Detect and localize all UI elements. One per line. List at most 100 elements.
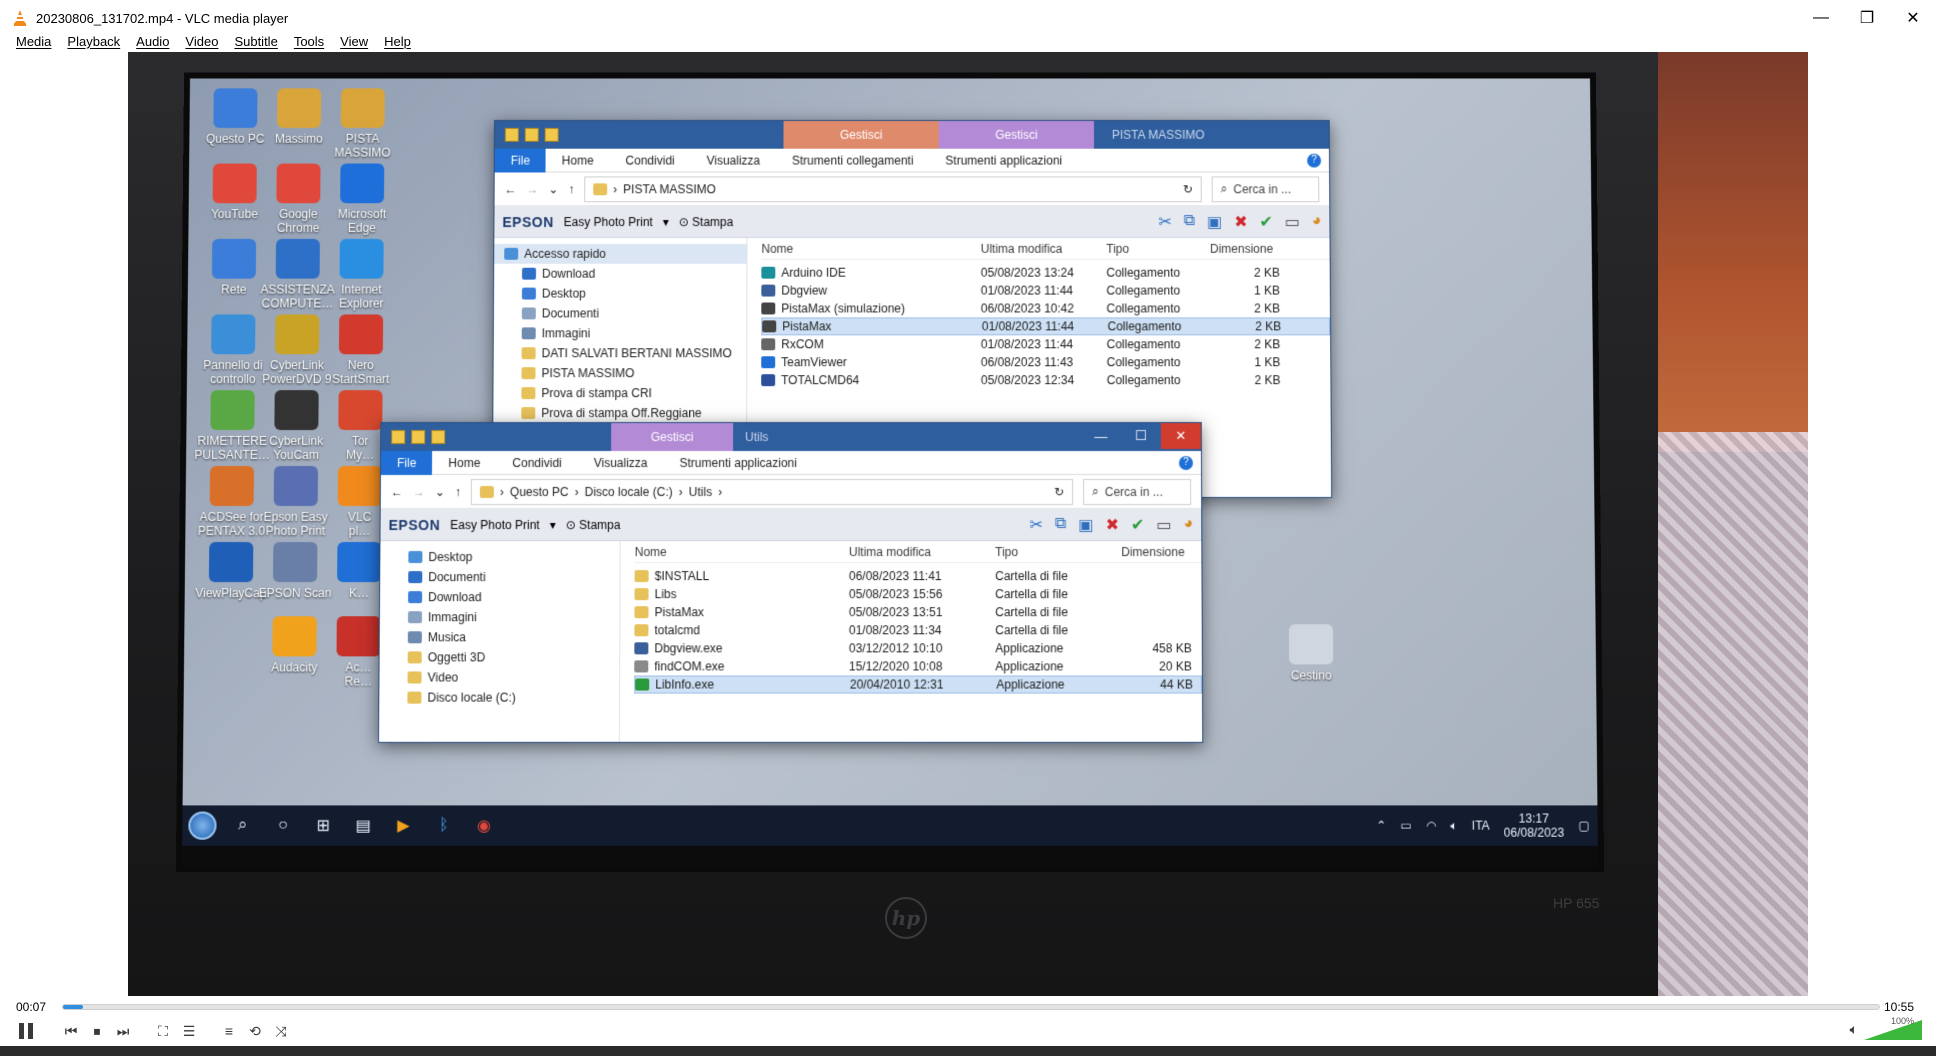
paste-icon[interactable]: ▣ (1078, 515, 1093, 535)
properties-icon[interactable]: ▭ (1285, 212, 1300, 232)
column-type[interactable]: Tipo (995, 545, 1121, 559)
paste-icon[interactable]: ▣ (1207, 212, 1222, 232)
chrome-icon[interactable]: ◉ (464, 805, 504, 845)
nav-item[interactable]: Accesso rapido (494, 243, 747, 264)
rename-icon[interactable]: ✔ (1259, 212, 1272, 232)
column-type[interactable]: Tipo (1106, 241, 1210, 255)
nav-item[interactable]: Prova di stampa Off.Reggiane (493, 403, 746, 423)
back-arrow-icon[interactable]: ← (505, 182, 517, 196)
copy-icon[interactable]: ⧉ (1055, 515, 1066, 535)
chevron-down-icon[interactable]: ▾ (663, 215, 669, 229)
delete-icon[interactable]: ✖ (1234, 212, 1247, 232)
file-row[interactable]: totalcmd 01/08/2023 11:34 Cartella di file (634, 621, 1201, 639)
cut-icon[interactable]: ✂ (1030, 515, 1043, 535)
help-icon[interactable]: ? (1307, 153, 1322, 168)
menu-tools[interactable]: Tools (286, 34, 332, 49)
search-icon[interactable]: ⌕ (222, 805, 263, 845)
nav-item[interactable]: Desktop (494, 284, 746, 304)
start-button[interactable] (182, 805, 223, 845)
previous-button[interactable]: ⏮︎ (58, 1018, 84, 1044)
fullscreen-button[interactable]: ⛶ (150, 1018, 176, 1044)
chevron-up-icon[interactable]: ⌃ (1376, 819, 1386, 833)
column-size[interactable]: Dimensione (1121, 545, 1201, 559)
ribbon-tab[interactable]: Visualizza (691, 148, 776, 172)
file-row[interactable]: RxCOM 01/08/2023 11:44 Collegamento 2 KB (761, 335, 1330, 353)
next-button[interactable]: ⏭︎ (110, 1018, 136, 1044)
easy-photo-print-button[interactable]: Easy Photo Print (450, 518, 540, 532)
menu-video[interactable]: Video (177, 34, 226, 49)
search-input[interactable]: ⌕ Cerca in ... (1083, 478, 1192, 505)
breadcrumb-segment[interactable]: PISTA MASSIMO (623, 182, 716, 196)
nav-item[interactable]: Download (380, 587, 620, 607)
nav-item[interactable]: Video (379, 667, 619, 687)
file-row[interactable]: Libs 05/08/2023 15:56 Cartella di file (634, 585, 1202, 603)
file-row[interactable]: Arduino IDE 05/08/2023 13:24 Collegamento 2… (761, 264, 1329, 282)
language-indicator[interactable]: ITA (1472, 819, 1490, 833)
color-wheel-icon[interactable]: ◕ (1312, 212, 1322, 232)
ribbon-tab[interactable]: Strumenti applicazioni (929, 148, 1078, 172)
cortana-icon[interactable]: ○ (263, 805, 304, 845)
file-row[interactable]: PistaMax 05/08/2023 13:51 Cartella di file (634, 603, 1201, 621)
nav-item[interactable]: Prova di stampa CRI (493, 383, 746, 403)
column-modified[interactable]: Ultima modifica (981, 241, 1107, 255)
ribbon-tab[interactable]: Strumenti collegamenti (776, 148, 929, 172)
menu-help[interactable]: Help (376, 34, 419, 49)
cut-icon[interactable]: ✂ (1158, 212, 1171, 232)
back-arrow-icon[interactable]: ← (391, 484, 403, 498)
ribbon-tab[interactable]: File (380, 450, 433, 475)
forward-arrow-icon[interactable]: → (413, 484, 425, 498)
explorer-maximize-button[interactable]: ☐ (1121, 423, 1161, 449)
desktop-icon[interactable]: Nero StartSmart (323, 314, 399, 386)
column-size[interactable]: Dimensione (1210, 241, 1290, 255)
seek-slider[interactable] (62, 1004, 1880, 1010)
nav-item[interactable]: PISTA MASSIMO (494, 363, 747, 383)
refresh-icon[interactable]: ↻ (1054, 484, 1064, 498)
print-button[interactable]: ⊙ Stampa (566, 518, 621, 532)
nav-item[interactable]: Immagini (380, 607, 620, 627)
context-tab-gestisci-links[interactable]: Gestisci (783, 120, 939, 149)
nav-item[interactable]: Documenti (494, 304, 747, 324)
copy-icon[interactable]: ⧉ (1184, 212, 1195, 232)
file-row[interactable]: TeamViewer 06/08/2023 11:43 Collegamento 1 … (761, 353, 1330, 371)
wifi-icon[interactable]: ◠ (1426, 819, 1437, 833)
playlist-button[interactable]: ≡ (216, 1018, 242, 1044)
column-name[interactable]: Nome (635, 545, 849, 559)
desktop-icon[interactable]: Microsoft Edge (324, 163, 400, 235)
address-path[interactable]: › PISTA MASSIMO ↻ (584, 175, 1202, 202)
print-button[interactable]: ⊙ Stampa (679, 215, 734, 229)
column-name[interactable]: Nome (761, 241, 980, 255)
task-view-icon[interactable]: ⊞ (303, 805, 344, 845)
stop-button[interactable]: ⏹︎ (84, 1018, 110, 1044)
up-arrow-icon[interactable]: ↑ (568, 182, 574, 196)
store-icon[interactable]: ▤ (343, 805, 384, 845)
menu-playback[interactable]: Playback (59, 34, 128, 49)
column-modified[interactable]: Ultima modifica (849, 545, 995, 559)
ribbon-tab[interactable]: File (494, 148, 546, 172)
address-path[interactable]: › Questo PC › Disco locale (C:) › Utils … (470, 478, 1074, 505)
forward-arrow-icon[interactable]: → (526, 182, 538, 196)
nav-item[interactable]: Download (494, 264, 746, 284)
file-row[interactable]: Dbgview 01/08/2023 11:44 Collegamento 1 KB (761, 282, 1330, 300)
file-row[interactable]: TOTALCMD64 05/08/2023 12:34 Collegamento 2 … (761, 371, 1330, 389)
search-input[interactable]: ⌕ Cerca in ... (1211, 175, 1320, 202)
help-icon[interactable]: ? (1178, 455, 1193, 470)
loop-button[interactable]: ⟲ (242, 1018, 268, 1044)
desktop-icon[interactable]: Internet Explorer (323, 238, 399, 310)
breadcrumb-segment[interactable]: Utils (689, 484, 712, 498)
file-row[interactable]: Dbgview.exe 03/12/2012 10:10 Applicazione 4… (634, 639, 1202, 657)
battery-icon[interactable]: ▭ (1400, 819, 1412, 833)
notification-icon[interactable]: ▢ (1578, 819, 1590, 833)
nav-item[interactable]: Musica (380, 627, 620, 647)
nav-item[interactable]: Oggetti 3D (380, 647, 620, 667)
speaker-icon[interactable]: 🔈︎ (1850, 1021, 1858, 1038)
shuffle-button[interactable]: ⤨ (268, 1018, 294, 1044)
context-tab-gestisci-apps[interactable]: Gestisci (611, 423, 734, 452)
properties-icon[interactable]: ▭ (1156, 515, 1171, 535)
extended-settings-button[interactable]: ☰ (176, 1018, 202, 1044)
file-row[interactable]: findCOM.exe 15/12/2020 10:08 Applicazione 2… (634, 657, 1202, 675)
nav-item[interactable]: DATI SALVATI BERTANI MASSIMO (494, 343, 747, 363)
desktop-icon[interactable]: PISTA MASSIMO (325, 88, 401, 160)
desktop-icon[interactable]: Cestino (1273, 624, 1350, 683)
easy-photo-print-button[interactable]: Easy Photo Print (564, 215, 653, 229)
menu-audio[interactable]: Audio (128, 34, 177, 49)
